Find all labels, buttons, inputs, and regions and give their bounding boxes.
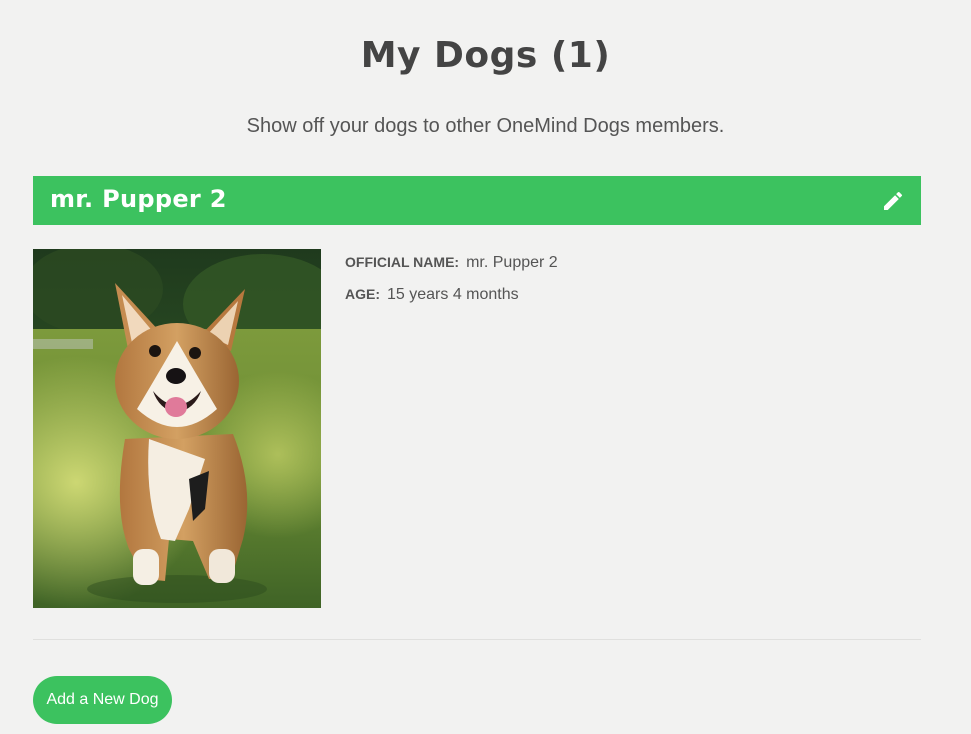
dog-card: mr. Pupper 2 OFFICIAL NAME: mr. Pupper 2… bbox=[33, 176, 921, 608]
official-name-value: mr. Pupper 2 bbox=[466, 254, 558, 271]
dog-name: mr. Pupper 2 bbox=[50, 185, 227, 213]
age-label: AGE: bbox=[345, 286, 380, 302]
age-value: 15 years 4 months bbox=[387, 286, 519, 303]
pencil-icon bbox=[884, 191, 903, 210]
dog-card-header: mr. Pupper 2 bbox=[33, 176, 921, 225]
official-name-row: OFFICIAL NAME: mr. Pupper 2 bbox=[345, 252, 558, 284]
official-name-label: OFFICIAL NAME: bbox=[345, 254, 460, 270]
age-row: AGE: 15 years 4 months bbox=[345, 284, 558, 316]
section-divider bbox=[33, 639, 921, 640]
add-new-dog-button[interactable]: Add a New Dog bbox=[33, 676, 172, 724]
dog-photo bbox=[33, 249, 321, 608]
page-title: My Dogs (1) bbox=[360, 35, 611, 76]
edit-dog-button[interactable] bbox=[881, 189, 905, 213]
page-subtitle: Show off your dogs to other OneMind Dogs… bbox=[246, 115, 725, 137]
dog-info: OFFICIAL NAME: mr. Pupper 2 AGE: 15 years … bbox=[345, 252, 558, 316]
